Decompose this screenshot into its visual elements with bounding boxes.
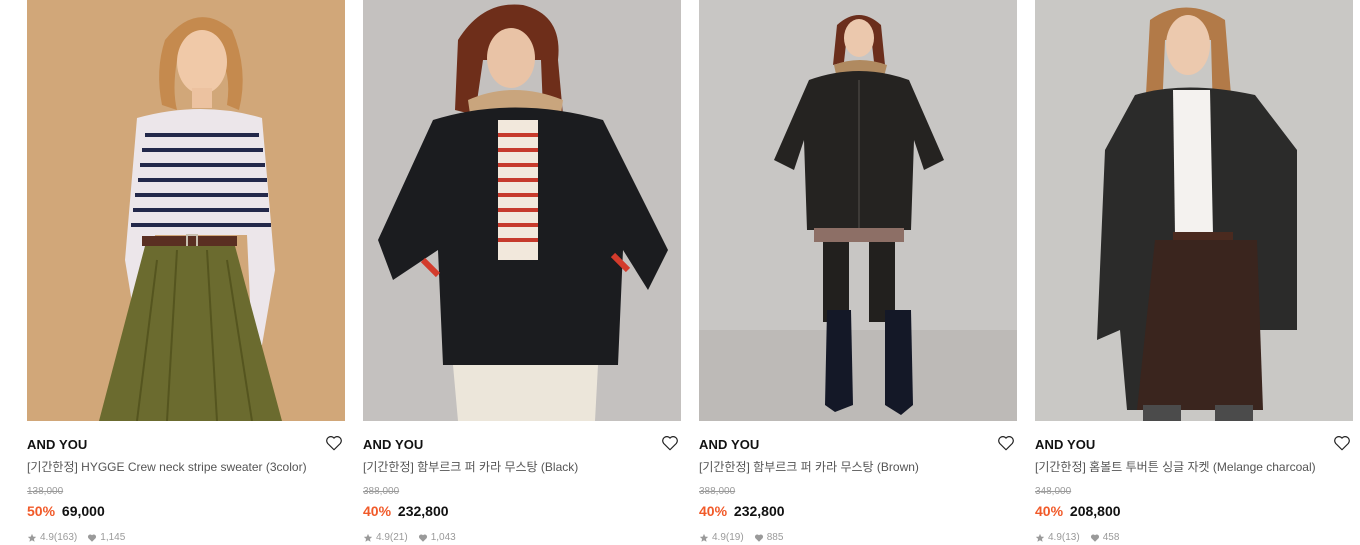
product-image[interactable] xyxy=(363,0,681,421)
star-icon xyxy=(699,533,709,543)
rating-value: 4.9 xyxy=(376,532,390,543)
heart-outline-icon[interactable] xyxy=(997,434,1015,452)
discount-rate: 40% xyxy=(699,503,728,519)
heart-filled-icon xyxy=(1090,533,1100,543)
review-count: (19) xyxy=(725,532,744,543)
rating-value: 4.9 xyxy=(712,532,726,543)
star-icon xyxy=(1035,533,1045,543)
sale-price: 232,800 xyxy=(733,503,785,519)
star-icon xyxy=(27,533,37,543)
heart-outline-icon[interactable] xyxy=(661,434,679,452)
brand-name[interactable]: AND YOU xyxy=(699,434,1017,456)
sale-price: 69,000 xyxy=(61,503,105,519)
product-meta: 4.9 (21) 1,043 xyxy=(363,531,681,545)
heart-filled-icon xyxy=(754,533,764,543)
product-title[interactable]: [기간한정] 함부르크 퍼 카라 무스탕 (Brown) xyxy=(699,459,1017,475)
product-image[interactable] xyxy=(27,0,345,421)
heart-outline-icon[interactable] xyxy=(1333,434,1351,452)
discount-rate: 40% xyxy=(1035,503,1064,519)
product-meta: 4.9 (13) 458 xyxy=(1035,531,1353,545)
like-count: 458 xyxy=(1102,532,1120,543)
price-row: 40% 208,800 xyxy=(1035,502,1353,520)
product-title[interactable]: [기간한정] HYGGE Crew neck stripe sweater (3… xyxy=(27,459,345,475)
product-card[interactable]: AND YOU [기간한정] HYGGE Crew neck stripe sw… xyxy=(27,0,345,545)
product-image[interactable] xyxy=(1035,0,1353,421)
sale-price: 232,800 xyxy=(397,503,449,519)
original-price: 138,000 xyxy=(27,486,64,497)
brand-name[interactable]: AND YOU xyxy=(363,434,681,456)
brand-name[interactable]: AND YOU xyxy=(27,434,345,456)
rating-value: 4.9 xyxy=(40,532,54,543)
product-card[interactable]: AND YOU [기간한정] 함부르크 퍼 카라 무스탕 (Black) 388… xyxy=(363,0,681,545)
heart-outline-icon[interactable] xyxy=(325,434,343,452)
product-card[interactable]: AND YOU [기간한정] 홈볼트 투버튼 싱글 자켓 (Melange ch… xyxy=(1035,0,1353,545)
product-title[interactable]: [기간한정] 홈볼트 투버튼 싱글 자켓 (Melange charcoal) xyxy=(1035,459,1353,475)
review-count: (21) xyxy=(389,532,408,543)
brand-name[interactable]: AND YOU xyxy=(1035,434,1353,456)
rating-value: 4.9 xyxy=(1048,532,1062,543)
price-row: 50% 69,000 xyxy=(27,502,345,520)
product-meta: 4.9 (19) 885 xyxy=(699,531,1017,545)
review-count: (163) xyxy=(53,532,78,543)
product-card[interactable]: AND YOU [기간한정] 함부르크 퍼 카라 무스탕 (Brown) 388… xyxy=(699,0,1017,545)
heart-filled-icon xyxy=(418,533,428,543)
product-title[interactable]: [기간한정] 함부르크 퍼 카라 무스탕 (Black) xyxy=(363,459,681,475)
product-grid: AND YOU [기간한정] HYGGE Crew neck stripe sw… xyxy=(0,0,1360,545)
like-count: 1,145 xyxy=(100,532,126,543)
like-count: 1,043 xyxy=(430,532,456,543)
star-icon xyxy=(363,533,373,543)
discount-rate: 50% xyxy=(27,503,56,519)
review-count: (13) xyxy=(1061,532,1080,543)
sale-price: 208,800 xyxy=(1069,503,1121,519)
original-price: 388,000 xyxy=(363,486,400,497)
discount-rate: 40% xyxy=(363,503,392,519)
like-count: 885 xyxy=(766,532,784,543)
product-meta: 4.9 (163) 1,145 xyxy=(27,531,345,545)
original-price: 388,000 xyxy=(699,486,736,497)
product-image[interactable] xyxy=(699,0,1017,421)
original-price: 348,000 xyxy=(1035,486,1072,497)
price-row: 40% 232,800 xyxy=(699,502,1017,520)
heart-filled-icon xyxy=(87,533,97,543)
price-row: 40% 232,800 xyxy=(363,502,681,520)
